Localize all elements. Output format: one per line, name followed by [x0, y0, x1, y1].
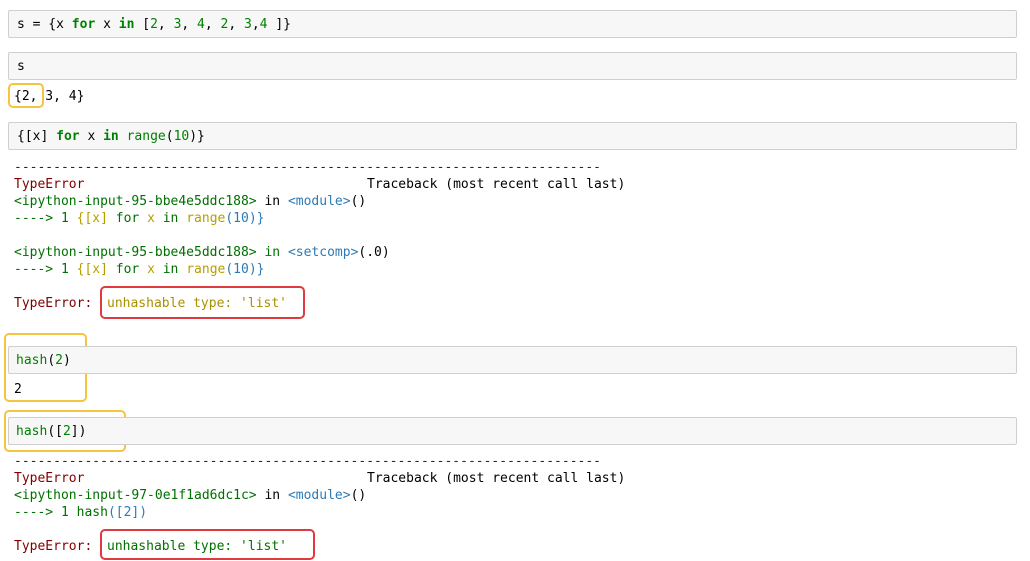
cell-3-input[interactable]: {[x] for x in range(10)}: [17, 129, 205, 145]
highlight-box-error-2: [100, 529, 315, 560]
highlight-box-set-element: [8, 83, 44, 108]
error-1-msg-label: TypeError:: [14, 296, 93, 311]
error-1-traceback-label: Traceback (most recent call last): [367, 177, 626, 192]
code-cell-4[interactable]: hash(2): [8, 346, 1017, 374]
error-1-frame-1-code: ----> 1 {[x] for x in range(10)}: [14, 211, 265, 226]
code-cell-3[interactable]: {[x] for x in range(10)}: [8, 122, 1017, 150]
error-2-traceback-label: Traceback (most recent call last): [367, 471, 626, 486]
code-cell-1[interactable]: s = {x for x in [2, 3, 4, 2, 3,4 ]}: [8, 10, 1017, 38]
cell-4-input[interactable]: hash(2): [16, 353, 71, 369]
cell-1-input[interactable]: s = {x for x in [2, 3, 4, 2, 3,4 ]}: [17, 17, 291, 33]
error-1-dashes: ----------------------------------------…: [14, 160, 601, 175]
error-2-msg-label: TypeError:: [14, 539, 93, 554]
error-1-type: TypeError: [14, 177, 85, 192]
error-2-frame-1: <ipython-input-97-0e1f1ad6dc1c> in <modu…: [14, 488, 367, 503]
highlight-box-error-1: [100, 286, 305, 319]
error-2-frame-1-code: ----> 1 hash([2]): [14, 505, 148, 520]
error-1-frame-2: <ipython-input-95-bbe4e5ddc188> in <setc…: [14, 245, 390, 260]
code-cell-2[interactable]: s: [8, 52, 1017, 80]
error-2-type: TypeError: [14, 471, 85, 486]
error-1-frame-2-code: ----> 1 {[x] for x in range(10)}: [14, 262, 265, 277]
cell-5-input[interactable]: hash([2]): [16, 424, 86, 440]
code-cell-5[interactable]: hash([2]): [8, 417, 1017, 445]
error-1-frame-1: <ipython-input-95-bbe4e5ddc188> in <modu…: [14, 194, 367, 209]
cell-4-output: 2: [14, 382, 22, 397]
error-2-dashes: ----------------------------------------…: [14, 454, 601, 469]
cell-2-input[interactable]: s: [17, 59, 25, 75]
